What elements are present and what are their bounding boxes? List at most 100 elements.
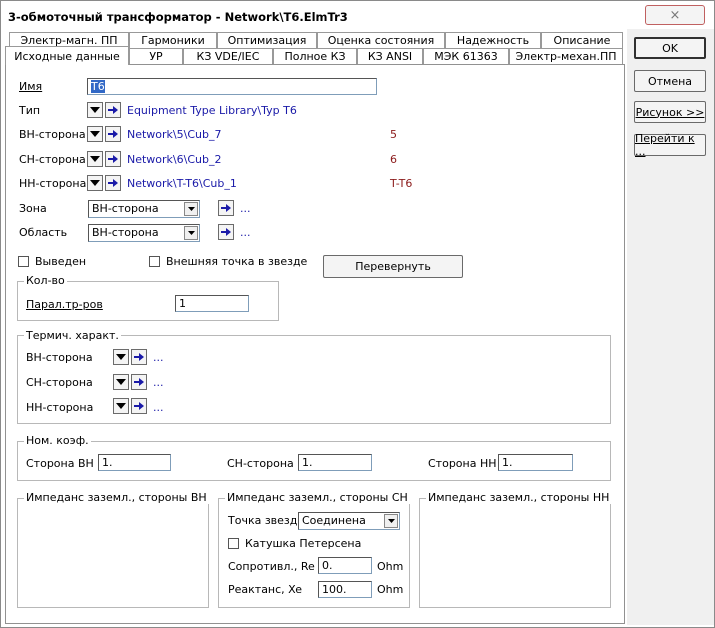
lv-node-name: T-T6	[390, 177, 413, 190]
triangle-down-icon	[90, 180, 100, 186]
mv-side-label: СН-сторона	[19, 153, 86, 166]
grounding-hv-title: Импеданс заземл., стороны ВН	[24, 491, 209, 504]
arrow-right-icon	[221, 228, 231, 236]
arrow-right-icon	[108, 155, 118, 163]
chevron-down-icon	[184, 202, 198, 216]
triangle-down-icon	[116, 403, 126, 409]
type-select-button[interactable]	[87, 102, 103, 118]
parallel-transformers-input[interactable]: 1	[175, 295, 249, 312]
area-select[interactable]: ВН-сторона	[88, 224, 200, 242]
tab-optimization[interactable]: Оптимизация	[217, 32, 317, 48]
tab-complete-sc[interactable]: Полное КЗ	[273, 48, 357, 64]
arrow-right-icon	[108, 130, 118, 138]
tab-load-flow[interactable]: УР	[129, 48, 183, 64]
ratio-hv-input[interactable]: 1.	[98, 454, 171, 471]
reactance-xe-input[interactable]: 100.	[318, 581, 372, 598]
area-more-link[interactable]: ...	[240, 226, 251, 239]
star-point-connection-select[interactable]: Соединена	[298, 512, 400, 530]
zone-more-link[interactable]: ...	[240, 202, 251, 215]
thermal-mv-more-link[interactable]: ...	[153, 376, 164, 389]
ok-button[interactable]: OK	[634, 37, 706, 59]
petersen-coil-checkbox[interactable]	[228, 538, 239, 549]
tab-rms-simulation[interactable]: Электр-механ.ПП	[509, 48, 623, 64]
ratio-mv-input[interactable]: 1.	[298, 454, 372, 471]
lv-select-button[interactable]	[87, 175, 103, 191]
zone-label: Зона	[19, 202, 47, 215]
lv-cubicle-link[interactable]: Network\T-T6\Cub_1	[127, 177, 237, 190]
goto-button[interactable]: Перейти к ...	[634, 132, 706, 158]
ratio-hv-label: Сторона ВН	[26, 457, 94, 470]
name-input[interactable]: T6	[87, 78, 377, 95]
parallel-transformers-label: Парал.тр-ров	[26, 298, 103, 311]
thermal-lv-jump-button[interactable]	[131, 398, 147, 414]
thermal-group	[17, 335, 611, 424]
zone-select[interactable]: ВН-сторона	[88, 200, 200, 218]
ratio-group-title: Ном. коэф.	[24, 434, 91, 447]
grounding-lv-title: Импеданс заземл., стороны НН	[426, 491, 612, 504]
tab-sc-vde-iec[interactable]: КЗ VDE/IEC	[183, 48, 273, 64]
cancel-button[interactable]: Отмена	[634, 70, 706, 92]
thermal-hv-more-link[interactable]: ...	[153, 351, 164, 364]
ratio-mv-label: СН-сторона	[227, 457, 294, 470]
mv-select-button[interactable]	[87, 151, 103, 167]
petersen-coil-label: Катушка Петерсена	[245, 537, 362, 550]
star-point-connection-label: Точка звезды	[228, 514, 307, 527]
hv-cubicle-link[interactable]: Network\5\Cub_7	[127, 128, 221, 141]
button-panel: OK Отмена Рисунок >> Перейти к ...	[627, 29, 714, 625]
thermal-hv-label: ВН-сторона	[26, 351, 93, 364]
window-title: 3-обмоточный трансформатор - Network\T6.…	[8, 10, 348, 24]
thermal-lv-select-button[interactable]	[113, 398, 129, 414]
out-of-service-checkbox[interactable]	[18, 256, 29, 267]
thermal-group-title: Термич. характ.	[24, 329, 121, 342]
tab-description[interactable]: Описание	[541, 32, 623, 48]
name-label: Имя	[19, 80, 43, 93]
zone-jump-button[interactable]	[218, 200, 234, 216]
arrow-right-icon	[108, 179, 118, 187]
chevron-down-icon	[384, 514, 398, 528]
thermal-mv-select-button[interactable]	[113, 374, 129, 390]
resistance-re-input[interactable]: 0.	[318, 557, 372, 574]
triangle-down-icon	[116, 379, 126, 385]
area-jump-button[interactable]	[218, 224, 234, 240]
arrow-right-icon	[108, 106, 118, 114]
title-bar: 3-обмоточный трансформатор - Network\T6.…	[2, 2, 713, 30]
triangle-down-icon	[90, 131, 100, 137]
thermal-lv-label: НН-сторона	[26, 401, 94, 414]
thermal-mv-label: СН-сторона	[26, 376, 93, 389]
thermal-hv-jump-button[interactable]	[131, 349, 147, 365]
close-button[interactable]: ×	[645, 5, 705, 25]
tab-state-estimation[interactable]: Оценка состояния	[317, 32, 445, 48]
mv-jump-button[interactable]	[105, 151, 121, 167]
thermal-lv-more-link[interactable]: ...	[153, 401, 164, 414]
resistance-re-unit: Ohm	[377, 560, 404, 573]
arrow-right-icon	[134, 353, 144, 361]
tab-basic-data[interactable]: Исходные данные	[5, 46, 129, 65]
grounding-hv-group	[17, 498, 209, 608]
area-label: Область	[19, 226, 68, 239]
hv-jump-button[interactable]	[105, 126, 121, 142]
star-point-checkbox[interactable]	[149, 256, 160, 267]
hv-node-name: 5	[390, 128, 397, 141]
tab-reliability[interactable]: Надежность	[445, 32, 541, 48]
tab-sc-ansi[interactable]: КЗ ANSI	[357, 48, 423, 64]
hv-side-label: ВН-сторона	[19, 128, 86, 141]
thermal-mv-jump-button[interactable]	[131, 374, 147, 390]
tab-harmonics[interactable]: Гармоники	[129, 32, 217, 48]
hv-select-button[interactable]	[87, 126, 103, 142]
tab-iec-61363[interactable]: МЭК 61363	[423, 48, 509, 64]
type-label: Тип	[19, 104, 41, 117]
lv-jump-button[interactable]	[105, 175, 121, 191]
reactance-xe-label: Реактанс, Xe	[228, 583, 302, 596]
quantity-group-title: Кол-во	[24, 274, 67, 287]
type-jump-button[interactable]	[105, 102, 121, 118]
out-of-service-label: Выведен	[35, 255, 87, 268]
type-link[interactable]: Equipment Type Library\Typ T6	[127, 104, 297, 117]
ratio-lv-label: Сторона НН	[428, 457, 497, 470]
figure-button[interactable]: Рисунок >>	[634, 101, 706, 123]
flip-button[interactable]: Перевернуть	[323, 255, 463, 278]
grounding-lv-group	[419, 498, 611, 608]
thermal-hv-select-button[interactable]	[113, 349, 129, 365]
mv-cubicle-link[interactable]: Network\6\Cub_2	[127, 153, 221, 166]
close-icon: ×	[669, 7, 681, 23]
ratio-lv-input[interactable]: 1.	[498, 454, 573, 471]
